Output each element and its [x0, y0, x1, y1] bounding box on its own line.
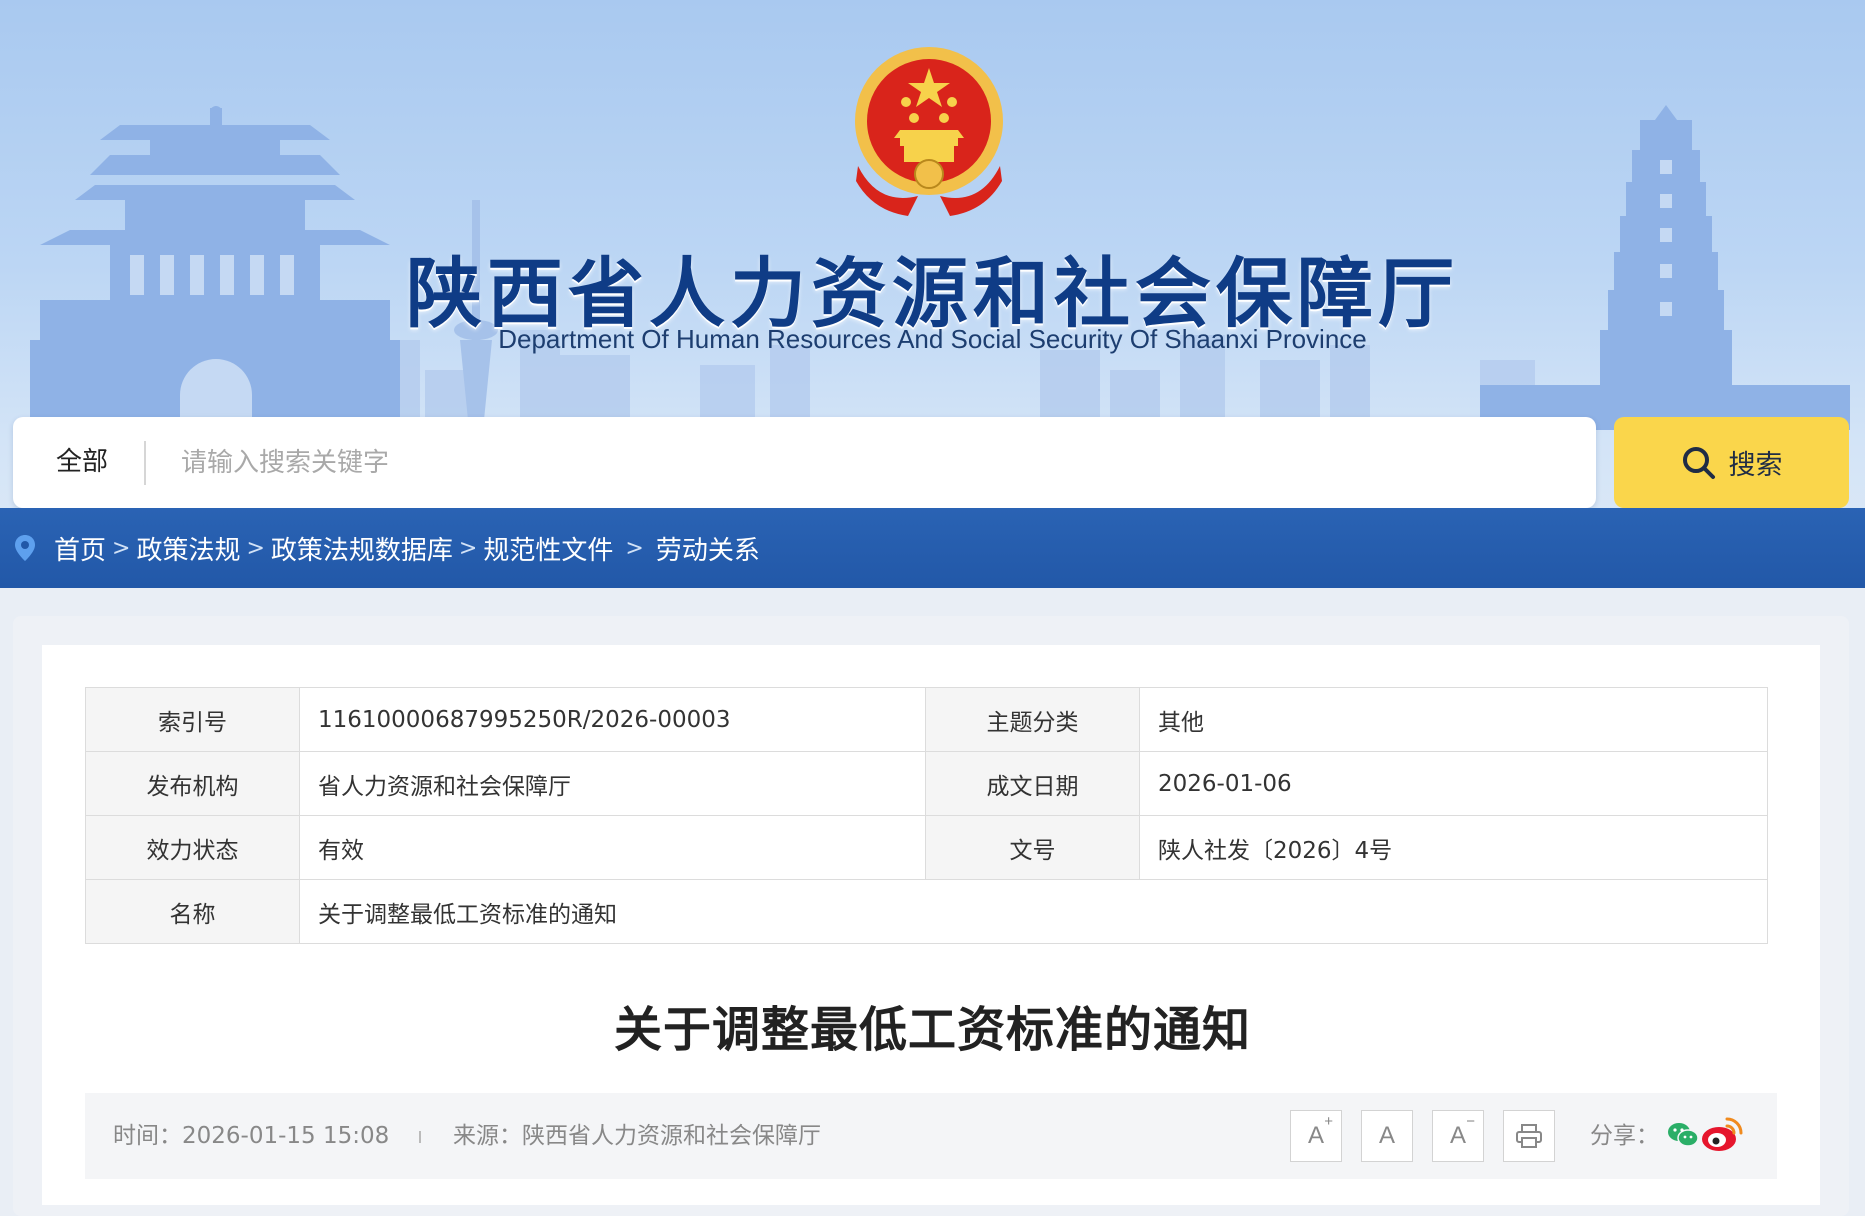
publish-source: 来源：陕西省人力资源和社会保障厅: [453, 1123, 821, 1149]
search-input[interactable]: [181, 435, 1561, 491]
status-label: 效力状态: [85, 815, 300, 880]
breadcrumb-normative-documents[interactable]: 规范性文件: [483, 530, 613, 567]
search-icon: [1682, 446, 1715, 479]
publish-time: 时间：2026-01-15 15:08: [113, 1123, 390, 1149]
breadcrumb-home[interactable]: 首页: [54, 530, 106, 567]
breadcrumb-policy-database[interactable]: 政策法规数据库: [271, 530, 453, 567]
index-value: 11610000687995250R/2026-00003: [299, 687, 926, 752]
breadcrumb-separator: >: [458, 535, 478, 561]
font-size-increase-button[interactable]: A +: [1290, 1110, 1342, 1162]
weibo-share-icon[interactable]: [1699, 1111, 1745, 1153]
minus-icon: −: [1466, 1113, 1475, 1130]
breadcrumb: 首页 > 政策法规 > 政策法规数据库 > 规范性文件 > 劳动关系: [14, 508, 760, 588]
article-info-bar: 时间：2026-01-15 15:08 来源：陕西省人力资源和社会保障厅 A +…: [85, 1093, 1777, 1179]
publisher-label: 发布机构: [85, 751, 300, 816]
breadcrumb-labor-relations[interactable]: 劳动关系: [656, 530, 760, 567]
search-bar: 全部: [13, 417, 1596, 508]
wechat-share-icon[interactable]: [1667, 1121, 1699, 1149]
breadcrumb-bar: 首页 > 政策法规 > 政策法规数据库 > 规范性文件 > 劳动关系: [0, 508, 1865, 588]
status-value: 有效: [299, 815, 926, 880]
document-number-label: 文号: [925, 815, 1140, 880]
plus-icon: +: [1324, 1113, 1333, 1130]
date-label: 成文日期: [925, 751, 1140, 816]
table-row: 发布机构 省人力资源和社会保障厅 成文日期 2026-01-06: [85, 751, 1768, 816]
share-label: 分享：: [1590, 1123, 1659, 1149]
date-value: 2026-01-06: [1139, 751, 1768, 816]
document-title: 关于调整最低工资标准的通知: [613, 1002, 1251, 1058]
font-size-default-button[interactable]: A: [1361, 1110, 1413, 1162]
font-default-glyph: A: [1378, 1122, 1395, 1149]
font-size-decrease-button[interactable]: A −: [1432, 1110, 1484, 1162]
name-label: 名称: [85, 879, 300, 944]
print-icon: [1516, 1124, 1542, 1148]
search-scope-selector[interactable]: 全部: [56, 417, 108, 508]
national-emblem-icon: [855, 47, 1003, 216]
table-row: 索引号 11610000687995250R/2026-00003 主题分类 其…: [85, 687, 1768, 752]
font-decrease-glyph: A: [1449, 1122, 1466, 1149]
info-divider: [419, 1131, 421, 1143]
document-number-value: 陕人社发〔2026〕4号: [1139, 815, 1768, 880]
topic-value: 其他: [1139, 687, 1768, 752]
print-button[interactable]: [1503, 1110, 1555, 1162]
location-pin-icon: [15, 535, 35, 561]
breadcrumb-separator: >: [246, 535, 265, 561]
topic-label: 主题分类: [925, 687, 1140, 752]
search-button-label: 搜索: [1728, 450, 1783, 480]
table-row: 效力状态 有效 文号 陕人社发〔2026〕4号: [85, 815, 1768, 880]
search-divider: [144, 441, 146, 485]
name-value: 关于调整最低工资标准的通知: [299, 879, 1768, 944]
breadcrumb-separator: >: [112, 535, 131, 561]
site-subtitle: Department Of Human Resources And Social…: [498, 324, 1367, 354]
breadcrumb-policy[interactable]: 政策法规: [136, 530, 240, 567]
search-button[interactable]: 搜索: [1614, 417, 1849, 508]
document-metadata-table: 索引号 11610000687995250R/2026-00003 主题分类 其…: [85, 687, 1768, 944]
breadcrumb-separator: >: [625, 535, 644, 561]
index-label: 索引号: [85, 687, 300, 752]
publisher-value: 省人力资源和社会保障厅: [299, 751, 926, 816]
table-row: 名称 关于调整最低工资标准的通知: [85, 879, 1768, 944]
font-increase-glyph: A: [1307, 1122, 1324, 1149]
